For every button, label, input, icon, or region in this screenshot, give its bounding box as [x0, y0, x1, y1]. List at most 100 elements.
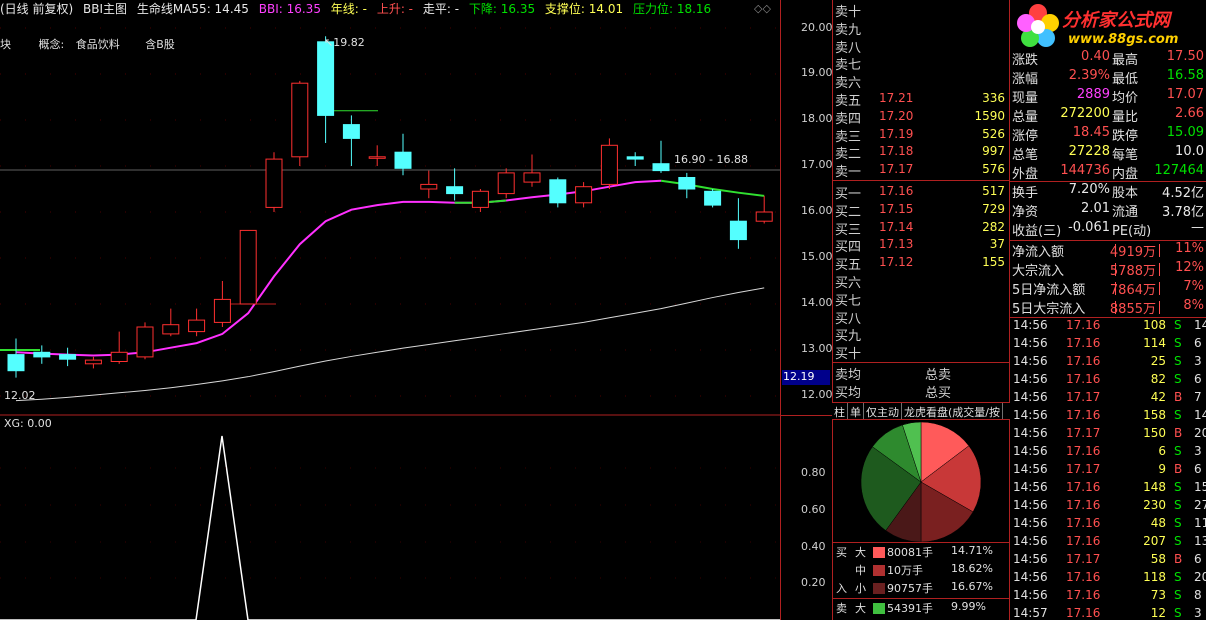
- bid-row[interactable]: 买一 17.16 517: [833, 183, 1009, 202]
- candle: [420, 170, 438, 199]
- tab-single[interactable]: 单: [848, 403, 864, 419]
- tick-row[interactable]: 14:56 17.16 82 S 6: [1010, 372, 1206, 390]
- bid-row[interactable]: 买七: [833, 290, 1009, 309]
- tick-row[interactable]: 14:56 17.16 114 S 6: [1010, 336, 1206, 354]
- tick-price: 17.17: [1066, 462, 1101, 476]
- tick-row[interactable]: 14:56 17.17 150 B 20: [1010, 426, 1206, 444]
- low-annotation: 12.02: [4, 389, 36, 402]
- tick-time: 14:56: [1013, 534, 1048, 548]
- ma55-path: [15, 287, 765, 402]
- tick-row[interactable]: 14:56 17.16 118 S 20: [1010, 570, 1206, 588]
- fund-key: 流通: [1112, 205, 1139, 220]
- level-label: 卖八: [835, 40, 862, 56]
- kline-chart-area[interactable]: (日线 前复权) BBI主图 生命线MA55: 14.45 BBI: 16.35…: [0, 0, 780, 620]
- bid-row[interactable]: 买九: [833, 325, 1009, 344]
- flow-pct: 16.67%: [951, 580, 993, 593]
- tab-bar[interactable]: 柱: [832, 403, 848, 419]
- avg-buy-label: 买均: [835, 386, 862, 401]
- level-label: 卖三: [835, 129, 862, 145]
- tick-row[interactable]: 14:56 17.16 25 S 3: [1010, 354, 1206, 372]
- ask-row[interactable]: 卖九: [833, 19, 1009, 38]
- bid-row[interactable]: 买八: [833, 308, 1009, 327]
- bid-row[interactable]: 买十: [833, 343, 1009, 362]
- flow-value: 8855万: [1109, 302, 1156, 317]
- level-label: 买一: [835, 187, 862, 202]
- candle: [136, 322, 154, 360]
- quote-row: 涨幅 2.39% 最低 16.58: [1010, 68, 1206, 87]
- candle: [239, 229, 257, 305]
- ask-row[interactable]: 卖十: [833, 1, 1009, 20]
- level-label: 卖七: [835, 58, 862, 74]
- tick-price: 17.16: [1066, 408, 1101, 422]
- tab-active-only[interactable]: 仅主动: [864, 403, 902, 419]
- sub-chart-plot: [0, 435, 780, 620]
- bid-row[interactable]: 买三 17.14 282: [833, 219, 1009, 238]
- tick-row[interactable]: 14:56 17.16 230 S 27: [1010, 498, 1206, 516]
- tick-row[interactable]: 14:56 17.16 73 S 8: [1010, 588, 1206, 606]
- ask-row[interactable]: 卖二 17.18 997: [833, 143, 1009, 162]
- avg-sell-row: 卖均 总卖: [833, 364, 1009, 383]
- chart-mode[interactable]: (日线 前复权): [0, 2, 73, 16]
- lifeline-value: 生命线MA55: 14.45: [136, 2, 249, 16]
- kline-svg[interactable]: [0, 0, 780, 620]
- bid-row[interactable]: 买四 17.13 37: [833, 236, 1009, 255]
- flow-amount: 90757手: [887, 582, 933, 595]
- ask-row[interactable]: 卖一 17.17 576: [833, 161, 1009, 180]
- level-price: 17.17: [879, 162, 914, 177]
- tick-time: 14:56: [1013, 354, 1048, 368]
- tick-row[interactable]: 14:56 17.17 9 B 6: [1010, 462, 1206, 480]
- tick-row[interactable]: 14:56 17.16 48 S 11: [1010, 516, 1206, 534]
- total-sell-label: 总卖: [925, 368, 952, 383]
- bid-row[interactable]: 买二 17.15 729: [833, 201, 1009, 220]
- candle: [394, 133, 412, 176]
- concept-tag[interactable]: 食品饮料: [76, 38, 120, 51]
- order-book: 卖十 卖九卖八卖七 卖六 卖五 17.21 336 卖四 17.20 1590 卖三 17.19 52…: [832, 0, 1010, 402]
- tick-row[interactable]: 14:56 17.16 158 S 14: [1010, 408, 1206, 426]
- tick-time: 14:56: [1013, 498, 1048, 512]
- price-tick: 19.00: [801, 66, 833, 79]
- candle: [549, 177, 567, 208]
- tick-price: 17.17: [1066, 390, 1101, 404]
- candle: [652, 140, 670, 173]
- candle: [678, 172, 696, 199]
- sub-tick: 0.40: [801, 540, 826, 553]
- ask-row[interactable]: 卖六: [833, 72, 1009, 91]
- tab-dragon-tiger[interactable]: 龙虎看盘(成交量/按: [902, 403, 1003, 419]
- tick-price: 17.16: [1066, 354, 1101, 368]
- tick-direction: S: [1174, 516, 1182, 530]
- tick-row[interactable]: 14:56 17.16 148 S 15: [1010, 480, 1206, 498]
- flow-swatch: [873, 583, 885, 594]
- concept-tag[interactable]: 含B股: [145, 38, 175, 51]
- tick-row[interactable]: 14:56 17.16 207 S 13: [1010, 534, 1206, 552]
- level-price: 17.14: [879, 219, 914, 234]
- sub-tick: 0.20: [801, 576, 826, 589]
- flow-key: 5日净流入额: [1012, 283, 1086, 298]
- tick-direction: S: [1174, 444, 1182, 458]
- fund-key: 收益(三): [1012, 224, 1062, 239]
- ask-row[interactable]: 卖四 17.20 1590: [833, 108, 1009, 127]
- tick-volume: 158: [1143, 408, 1166, 422]
- candle: [729, 198, 747, 249]
- tick-price: 17.16: [1066, 606, 1101, 620]
- logo-url: www.88gs.com: [1068, 32, 1179, 47]
- ask-row[interactable]: 卖七: [833, 54, 1009, 74]
- tick-row[interactable]: 14:56 17.16 6 S 3: [1010, 444, 1206, 462]
- tick-row[interactable]: 14:56 17.17 58 B 6: [1010, 552, 1206, 570]
- indicator-name[interactable]: BBI主图: [83, 2, 127, 16]
- tick-time: 14:56: [1013, 390, 1048, 404]
- ask-row[interactable]: 卖八: [833, 37, 1009, 56]
- bid-row[interactable]: 买六: [833, 272, 1009, 291]
- tick-row[interactable]: 14:56 17.17 42 B 7: [1010, 390, 1206, 408]
- quote-key: 内盘: [1112, 167, 1139, 182]
- window-controls-icon[interactable]: ◇◇: [754, 2, 771, 15]
- ask-row[interactable]: 卖三 17.19 526: [833, 126, 1009, 145]
- fundamental-row: 净资 2.01 流通 3.78亿: [1010, 201, 1206, 220]
- tick-row[interactable]: 14:57 17.16 12 S 3: [1010, 606, 1206, 620]
- candles: [7, 36, 773, 378]
- tick-row[interactable]: 14:56 17.16 108 S 14: [1010, 318, 1206, 336]
- flow-key: 5日大宗流入: [1012, 302, 1086, 317]
- ask-row[interactable]: 卖五 17.21 336: [833, 90, 1009, 109]
- bid-row[interactable]: 买五 17.12 155: [833, 254, 1009, 273]
- tick-time: 14:56: [1013, 588, 1048, 602]
- candle: [265, 152, 283, 212]
